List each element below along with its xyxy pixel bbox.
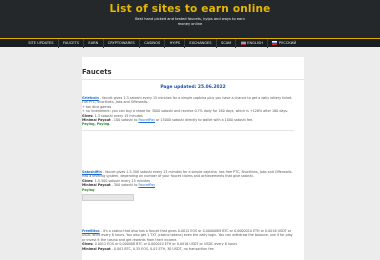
faucetpay-link[interactable]: FaucetPay [138,183,155,187]
paying-status: Paying [82,187,95,192]
site-header: List of sites to earn online Best hand p… [0,0,380,38]
russia-flag-icon [272,41,278,45]
faucet-banner-image[interactable] [82,194,134,202]
paying-status: Paying [82,122,95,127]
gives-value: 0.0012 EOS or 0.000008 BTC or 0.000010 E… [93,242,238,247]
main-nav: Site updates Faucets Earn Cryptowares Ca… [0,38,380,48]
min-payout-value: - 100 satoshi to [110,118,139,123]
entry-description: Satoshifiin - faucet gives 1.5-300 satos… [82,170,294,179]
gives-label: Gives: [82,113,94,118]
page-title: Faucets [82,68,304,80]
gives-label: Gives: [82,178,94,183]
faucet-link-satoshifiin[interactable]: Satoshifiin [82,170,102,174]
min-payout-value: - 300 satoshi to [110,183,139,188]
nav-lang-russian[interactable]: Русский [268,39,300,48]
entry-desc-text: - it's a casino that also has a faucet t… [82,229,293,242]
entry-paying: Paying, Paying. [82,122,294,126]
nav-casinos[interactable]: Casinos [140,38,166,48]
min-payout-label: Minimal Payout [82,183,111,188]
min-payout-label: Minimal Payout [82,246,111,251]
gives-value: 1.5-300 satoshi every 15 minutes [93,178,151,183]
min-payout-label: Minimal Payout [82,118,111,123]
min-payout-value: - 0.001 BTC, 0.35 EOS, 0.01 ETH, 30 USDT… [110,246,214,251]
nav-faucets[interactable]: Faucets [59,38,85,48]
nav-earn[interactable]: Earn [84,38,104,48]
entry-desc-text: - faucet gives 1.5-300 satoshi every 15 … [82,170,293,179]
uk-flag-icon [240,41,246,45]
entry-min-payout: Minimal Payout - 0.001 BTC, 0.35 EOS, 0.… [82,247,294,251]
site-tagline: Best hand picked and tested faucets, hyi… [135,17,245,26]
entry-desc-text: - faucet gives 1-3 satoshi every 15 minu… [82,96,293,105]
faucetpay-link[interactable]: FaucetPay [138,118,155,122]
entry-description: Griefcoin - faucet gives 1-3 satoshi eve… [82,96,294,105]
faucet-entry: FreeBitco - it's a casino that also has … [82,229,294,251]
site-title[interactable]: List of sites to earn online [0,0,380,15]
nav-scam[interactable]: Scam [217,38,237,48]
faucet-link-freebitco[interactable]: FreeBitco [82,229,100,233]
nav-cryptowares[interactable]: Cryptowares [104,38,140,48]
main-content: Faucets Page updated: 25.06.2022 Griefco… [82,57,304,260]
gives-value: 1-3 satoshi every 15 minutes [93,113,143,118]
nav-hyips[interactable]: HYIPs [165,38,186,48]
min-payout-tail: or 15000 satoshi directly to wallet with… [155,118,254,123]
paying-status-tail: , Paying. [94,122,111,127]
nav-lang-english[interactable]: English [236,38,269,48]
entry-description: FreeBitco - it's a casino that also has … [82,229,294,242]
lang-russian-label: Русский [278,41,297,45]
lang-english-label: English [247,41,263,45]
page-updated-date: Page updated: 25.06.2022 [160,85,226,90]
nav-exchanges[interactable]: Exchanges [185,38,217,48]
faucet-entry: Griefcoin - faucet gives 1-3 satoshi eve… [82,96,294,131]
gives-label: Gives: [82,242,94,247]
faucet-link-griefcoin[interactable]: Griefcoin [82,96,99,100]
entry-divider [82,129,294,131]
entry-paying: Paying [82,188,294,192]
faucet-entry: Satoshifiin - faucet gives 1.5-300 satos… [82,170,294,202]
nav-site-updates[interactable]: Site updates [24,38,59,48]
